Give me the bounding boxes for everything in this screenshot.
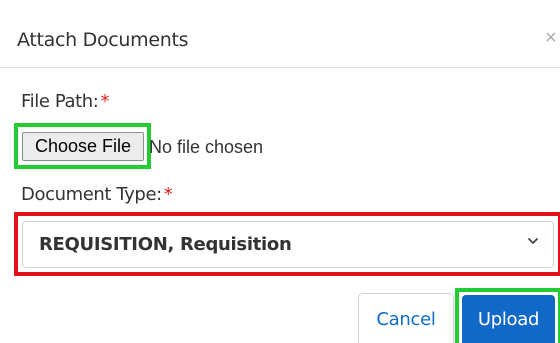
close-icon[interactable]: ×: [545, 26, 557, 50]
file-status-text: No file chosen: [149, 137, 264, 157]
file-path-label-text: File Path:: [21, 91, 99, 112]
file-path-label: File Path: *: [21, 90, 109, 114]
document-type-select[interactable]: REQUISITION, Requisition: [22, 221, 554, 268]
document-type-label-text: Document Type:: [21, 184, 162, 205]
chevron-down-icon: [528, 238, 538, 244]
cancel-button[interactable]: Cancel: [358, 293, 454, 343]
choose-file-button[interactable]: Choose File: [22, 132, 144, 161]
document-type-label: Document Type: *: [21, 183, 173, 207]
required-marker: *: [100, 91, 110, 112]
modal-header: Attach Documents ×: [0, 0, 560, 68]
upload-button[interactable]: Upload: [462, 295, 555, 343]
modal-title: Attach Documents: [17, 29, 189, 51]
document-type-selected-value: REQUISITION, Requisition: [39, 234, 292, 255]
required-marker: *: [163, 184, 173, 205]
